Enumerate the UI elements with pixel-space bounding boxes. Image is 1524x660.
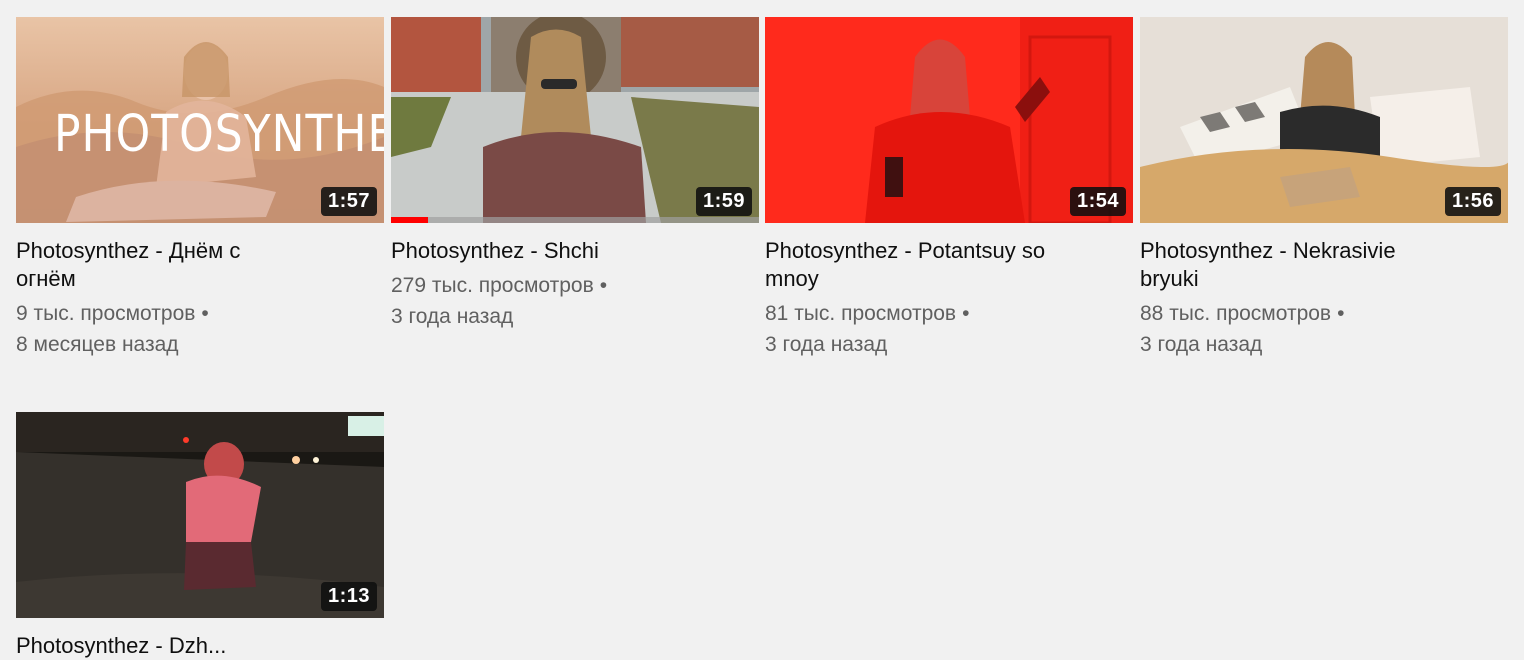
upload-age: 3 года назад bbox=[765, 333, 888, 356]
separator-dot: • bbox=[962, 302, 970, 325]
video-card[interactable]: PHOTOSYNTHEZ 1:57 Photosynthez - Днём с … bbox=[16, 17, 384, 360]
video-thumbnail[interactable]: 1:59 bbox=[391, 17, 759, 223]
upload-age: 8 месяцев назад bbox=[16, 333, 179, 356]
video-metadata: 9 тыс. просмотров • 8 месяцев назад bbox=[16, 298, 384, 360]
duration-badge: 1:57 bbox=[320, 187, 377, 216]
view-count: 9 тыс. просмотров bbox=[16, 302, 196, 325]
video-card[interactable]: 1:54 Photosynthez - Potantsuy so mnoy 81… bbox=[765, 17, 1133, 360]
duration-badge: 1:13 bbox=[320, 582, 377, 611]
view-count: 279 тыс. просмотров bbox=[391, 274, 594, 297]
video-metadata: 81 тыс. просмотров • 3 года назад bbox=[765, 298, 1133, 360]
video-thumbnail[interactable]: 1:54 bbox=[765, 17, 1133, 223]
watch-progress-track bbox=[391, 217, 759, 223]
video-metadata: 88 тыс. просмотров • 3 года назад bbox=[1140, 298, 1508, 360]
duration-badge: 1:54 bbox=[1069, 187, 1126, 216]
video-title[interactable]: Photosynthez - Shchi bbox=[391, 237, 759, 265]
separator-dot: • bbox=[1337, 302, 1345, 325]
video-metadata: 279 тыс. просмотров • 3 года назад bbox=[391, 270, 759, 332]
duration-badge: 1:59 bbox=[695, 187, 752, 216]
video-title[interactable]: Photosynthez - Dzh... bbox=[16, 632, 384, 660]
video-title[interactable]: Photosynthez - Potantsuy so mnoy bbox=[765, 237, 1133, 293]
upload-age: 3 года назад bbox=[391, 305, 514, 328]
video-title[interactable]: Photosynthez - Днём с огнём bbox=[16, 237, 384, 293]
view-count: 88 тыс. просмотров bbox=[1140, 302, 1332, 325]
separator-dot: • bbox=[599, 274, 608, 297]
upload-age: 3 года назад bbox=[1140, 333, 1263, 356]
video-thumbnail[interactable]: 1:56 bbox=[1140, 17, 1508, 223]
video-card[interactable]: 1:56 Photosynthez - Nekrasivie bryuki 88… bbox=[1140, 17, 1508, 360]
video-thumbnail[interactable]: PHOTOSYNTHEZ 1:57 bbox=[16, 17, 384, 223]
thumbnail-logo-text: PHOTOSYNTHEZ bbox=[54, 105, 384, 164]
separator-dot: • bbox=[201, 302, 209, 325]
video-card[interactable]: 1:59 Photosynthez - Shchi 279 тыс. просм… bbox=[391, 17, 759, 332]
watch-progress-bar bbox=[391, 217, 428, 223]
video-card[interactable]: 1:13 Photosynthez - Dzh... bbox=[16, 412, 384, 660]
duration-badge: 1:56 bbox=[1444, 187, 1501, 216]
video-title[interactable]: Photosynthez - Nekrasivie bryuki bbox=[1140, 237, 1508, 293]
video-thumbnail[interactable]: 1:13 bbox=[16, 412, 384, 618]
view-count: 81 тыс. просмотров bbox=[765, 302, 957, 325]
